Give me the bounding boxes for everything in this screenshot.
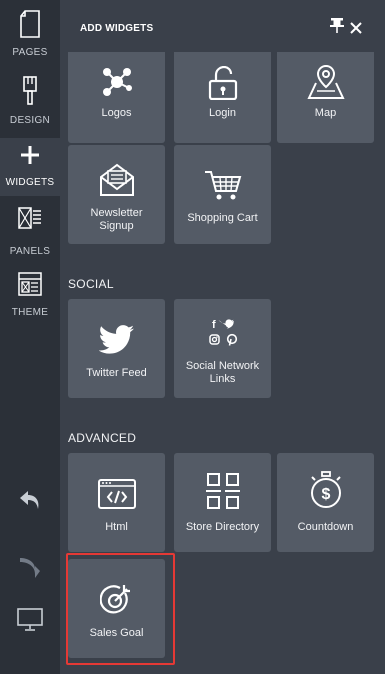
- svg-text:f: f: [212, 319, 216, 331]
- brush-icon: [0, 76, 60, 111]
- add-widgets-panel: Logos Login Map Newsletter Signup Shoppi…: [60, 0, 385, 674]
- widget-label: Html: [105, 521, 128, 533]
- redo-button[interactable]: [0, 556, 60, 585]
- widget-store-directory[interactable]: Store Directory: [174, 453, 271, 552]
- rail-item-pages[interactable]: PAGES: [0, 10, 60, 64]
- panel-title: ADD WIDGETS: [80, 23, 154, 34]
- widget-label: Map: [314, 107, 337, 119]
- widget-twitter-feed[interactable]: Twitter Feed: [68, 299, 165, 398]
- desktop-preview-icon: [17, 608, 43, 637]
- rail-item-panels[interactable]: PANELS: [0, 207, 60, 259]
- target-icon: [68, 559, 165, 615]
- widget-logos[interactable]: Logos: [68, 44, 165, 143]
- widget-label: Shopping Cart: [187, 212, 258, 224]
- left-rail: PAGES DESIGN WIDGETS PANELS THEME: [0, 0, 60, 674]
- widget-label: Twitter Feed: [86, 367, 147, 379]
- section-title-social: SOCIAL: [68, 277, 114, 291]
- widget-label: Sales Goal: [89, 627, 144, 639]
- widget-label: Login: [209, 107, 236, 119]
- widget-countdown[interactable]: $ Countdown: [277, 453, 374, 552]
- padlock-icon: [174, 44, 271, 100]
- cart-icon: [174, 145, 271, 201]
- rail-label-panels: PANELS: [9, 246, 51, 257]
- undo-button[interactable]: [0, 489, 60, 516]
- code-icon: [68, 453, 165, 509]
- stopwatch-icon: $: [277, 453, 374, 509]
- redo-icon: [18, 556, 42, 585]
- panels-icon: [0, 207, 60, 234]
- panel-header: ADD WIDGETS: [60, 0, 385, 52]
- widget-login[interactable]: Login: [174, 44, 271, 143]
- rail-item-design[interactable]: DESIGN: [0, 76, 60, 132]
- widget-label: Store Directory: [185, 521, 260, 533]
- desktop-preview-button[interactable]: [0, 608, 60, 637]
- rail-label-design: DESIGN: [9, 115, 51, 126]
- widget-social-network-links[interactable]: f Social Network Links: [174, 299, 271, 398]
- section-title-advanced: ADVANCED: [68, 431, 137, 445]
- twitter-icon: [68, 299, 165, 355]
- undo-icon: [18, 489, 42, 516]
- widget-map[interactable]: Map: [277, 44, 374, 143]
- rail-item-widgets[interactable]: WIDGETS: [0, 138, 60, 196]
- plus-icon: [0, 146, 60, 169]
- rail-item-theme[interactable]: THEME: [0, 272, 60, 324]
- widget-shopping-cart[interactable]: Shopping Cart: [174, 145, 271, 244]
- widget-html[interactable]: Html: [68, 453, 165, 552]
- widget-label: Logos: [101, 107, 132, 119]
- theme-icon: [0, 272, 60, 301]
- rail-label-pages: PAGES: [12, 47, 48, 58]
- svg-text:$: $: [321, 486, 330, 503]
- rail-label-theme: THEME: [11, 307, 49, 318]
- envelope-icon: [68, 145, 165, 197]
- widget-sales-goal[interactable]: Sales Goal: [68, 559, 165, 658]
- close-icon[interactable]: [350, 21, 362, 39]
- rail-label-widgets: WIDGETS: [5, 177, 55, 188]
- social-links-icon: f: [174, 299, 271, 347]
- widget-label: Social Network Links: [185, 360, 260, 385]
- map-icon: [277, 44, 374, 100]
- widget-newsletter-signup[interactable]: Newsletter Signup: [68, 145, 165, 244]
- widget-label: Countdown: [297, 521, 354, 533]
- page-icon: [0, 10, 60, 43]
- pin-icon[interactable]: [330, 17, 344, 38]
- directory-icon: [174, 453, 271, 509]
- logos-icon: [68, 44, 165, 100]
- widget-label: Newsletter Signup: [90, 207, 143, 232]
